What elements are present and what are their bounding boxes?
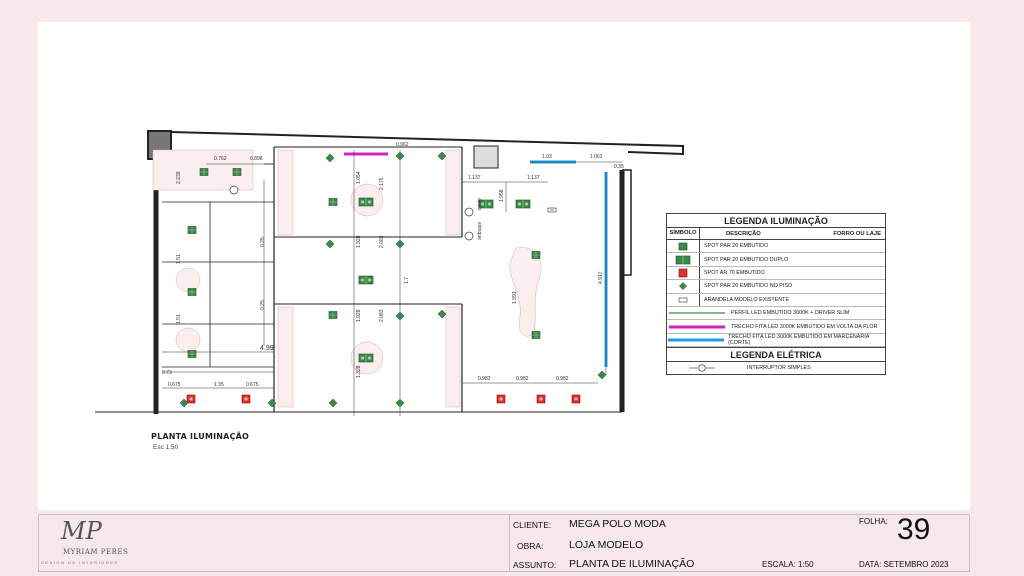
dimension-label: 1.51: [176, 254, 182, 264]
dimension-label: 0.25: [260, 237, 266, 247]
dimension-label: 4.99: [260, 345, 274, 352]
logo-tagline: DESIGN DE INTERIORES: [41, 560, 119, 565]
dimension-label: 0.982: [556, 376, 569, 382]
legend-label: SPOT AR 70 EMBUTIDO: [704, 269, 765, 276]
subject-label: ASSUNTO:: [513, 560, 557, 570]
title-block: MP MYRIAM PERES DESIGN DE INTERIORES CLI…: [38, 513, 970, 572]
dimension-label: 0.962: [396, 142, 409, 148]
sheet-label: FOLHA:: [859, 517, 888, 526]
logo-name: MYRIAM PERES: [63, 548, 129, 556]
led-strip-pink-line-icon: [669, 325, 725, 329]
led-profile-line-icon: [669, 312, 725, 314]
designer-logo: MP MYRIAM PERES DESIGN DE INTERIORES: [39, 515, 510, 571]
dimension-label: 1.03: [542, 154, 552, 160]
legend-row: TRECHO FITA LED 3000K EMBUTIDO EM VOLTA …: [667, 320, 885, 334]
legend-label: ARANDELA MODELO EXISTENTE: [704, 296, 790, 303]
dimension-label: 1.062: [590, 154, 603, 160]
legend-title: LEGENDA ILUMINAÇÃO: [667, 214, 885, 228]
client-label: CLIENTE:: [513, 520, 552, 530]
subject-value: PLANTA DE ILUMINAÇÃO: [569, 558, 695, 570]
dimension-label: 4.917: [598, 271, 604, 284]
legend-label: SPOT PAR 20 EMBUTIDO NO PISO: [704, 283, 793, 290]
simple-switch-icon: [689, 364, 715, 372]
dimension-label: 1.991: [512, 291, 518, 304]
dimension-label: 0.73: [162, 370, 172, 376]
scale-text: ESCALA: 1:50: [762, 560, 814, 569]
legend-row: SPOT PAR 20 EMBUTIDO: [667, 240, 885, 254]
dimension-label: 0.982: [516, 376, 529, 382]
legend-row: INTERRUPTOR SIMPLES: [667, 362, 885, 374]
legend-header-ceiling: FORRO OU LAJE: [833, 230, 882, 237]
dimension-label: 0.762: [214, 156, 227, 162]
legend-label: SPOT PAR 20 EMBUTIDO: [704, 243, 769, 250]
room-label: estoque: [476, 222, 482, 240]
dimension-label: 1.928: [356, 309, 362, 322]
legend-header-symbol: SÍMBOLO: [667, 228, 700, 239]
work-value: LOJA MODELO: [569, 539, 644, 551]
dimension-label: 0.35: [614, 164, 624, 170]
legend-label: SPOT PAR 20 EMBUTIDO DUPLO: [704, 256, 789, 263]
dimension-label: 2.239: [176, 171, 182, 184]
dimension-label: 1.328: [356, 365, 362, 378]
legend-label: TRECHO FITA LED 3000K EMBUTIDO EM MARCEN…: [728, 333, 870, 346]
dimension-label: 1.928: [356, 235, 362, 248]
led-strip-blue-line-icon: [667, 338, 724, 342]
lighting-legend: LEGENDA ILUMINAÇÃO SÍMBOLO DESCRIÇÃO FOR…: [666, 213, 886, 376]
legend-label: PERFIL LED EMBUTIDO 3000K + DRIVER SLIM: [731, 310, 850, 317]
dimension-label: 0.25: [260, 300, 266, 310]
dimension-label: 2.176: [379, 177, 385, 190]
dimension-label: 1.054: [356, 171, 362, 184]
client-value: MEGA POLO MODA: [569, 518, 666, 530]
plan-scale: Esc 1:50: [153, 444, 179, 451]
dimension-label: 1.137: [527, 175, 540, 181]
legend-label: INTERRUPTOR SIMPLES: [747, 365, 811, 372]
legend-row: PERFIL LED EMBUTIDO 3000K + DRIVER SLIM: [667, 307, 885, 321]
spot-par20-icon: [678, 242, 688, 250]
legend-row: SPOT AR 70 EMBUTIDO: [667, 266, 885, 281]
floor-spot-icon: [679, 282, 687, 291]
legend-label: TRECHO FITA LED 3000K EMBUTIDO EM VOLTA …: [731, 323, 878, 330]
electric-legend-title: LEGENDA ELÉTRICA: [667, 347, 885, 363]
sheet-number: 39: [897, 513, 931, 546]
logo-monogram: MP: [61, 517, 102, 545]
dimension-label: 1.958: [499, 189, 505, 202]
dimension-label: 0.982: [478, 376, 491, 382]
dimension-label: 1.51: [176, 314, 182, 324]
dimension-label: 2.083: [379, 235, 385, 248]
legend-row: ARANDELA MODELO EXISTENTE: [667, 293, 885, 307]
dimension-label: 1.137: [468, 175, 481, 181]
date-text: DATA: SETEMBRO 2023: [859, 560, 949, 569]
dimension-label: 2.083: [379, 309, 385, 322]
fixtures: [152, 149, 542, 408]
legend-row: SPOT PAR 20 EMBUTIDO NO PISO: [667, 280, 885, 294]
dimension-label: 0.675: [168, 382, 181, 388]
dimension-label: 1.35: [214, 382, 224, 388]
drawing-sheet: 0.762 0.898 0.962 1.03 1.062 0.35 2.239 1.137 1.…: [38, 22, 970, 510]
work-label: OBRA:: [517, 541, 544, 551]
plan-title: PLANTA ILUMINAÇÃO: [151, 432, 250, 441]
legend-header-description: DESCRIÇÃO: [726, 230, 761, 237]
room-label: apoio: [476, 198, 482, 210]
spot-par20-double-icon: [675, 255, 691, 264]
wall-sconce-icon: [678, 297, 688, 303]
dimension-label: 1.7: [404, 277, 410, 284]
legend-row: TRECHO FITA LED 3000K EMBUTIDO EM MARCEN…: [667, 333, 885, 348]
legend-row: SPOT PAR 20 EMBUTIDO DUPLO: [667, 253, 885, 267]
legend-header: SÍMBOLO DESCRIÇÃO FORRO OU LAJE: [667, 228, 885, 240]
dimension-label: 0.675: [246, 382, 259, 388]
dimension-label: 0.898: [250, 156, 263, 162]
spot-ar70-icon: [678, 268, 688, 278]
